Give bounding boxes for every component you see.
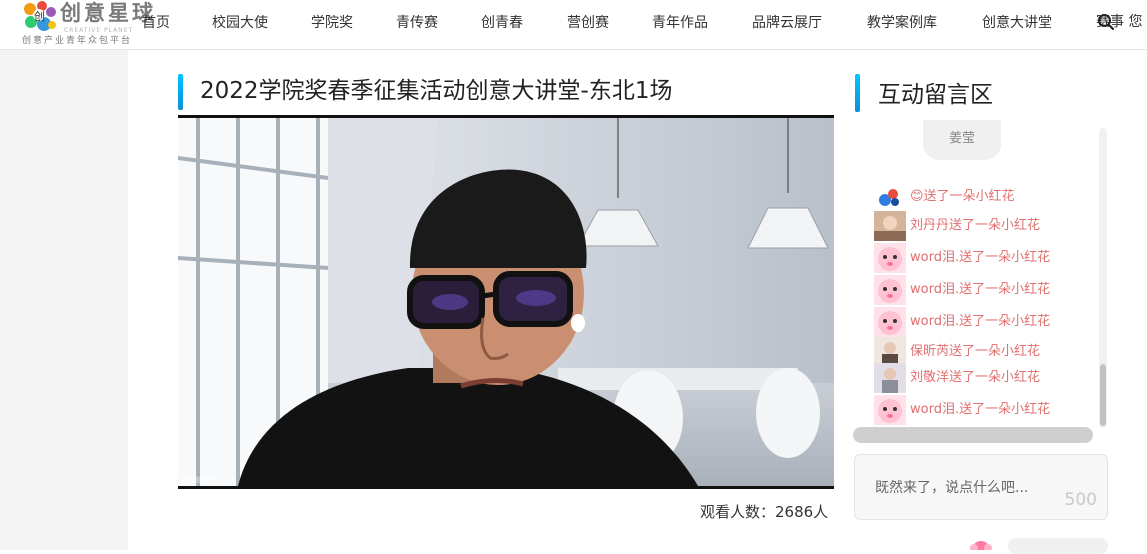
list-item: word泪.送了一朵小红花: [874, 275, 1098, 305]
message-input[interactable]: 既然来了，说点什么吧... 500: [854, 454, 1108, 520]
comment-accent-bar: [855, 74, 860, 112]
svg-text:创: 创: [34, 10, 45, 23]
viewer-count: 观看人数：2686人: [700, 503, 829, 521]
comment-text: word泪.送了一朵小红花: [910, 402, 1051, 417]
flower-icon[interactable]: [964, 538, 998, 550]
comment-horizontal-scrollbar[interactable]: [853, 427, 1093, 443]
page-title: 2022学院奖春季征集活动创意大讲堂-东北1场: [200, 78, 673, 104]
comment-heading: 互动留言区: [878, 82, 993, 108]
video-participant-caption: 李海超(EAST): [180, 477, 219, 484]
list-item: word泪.送了一朵小红花: [874, 395, 1098, 425]
list-item: 刘丹丹送了一朵小红花: [874, 211, 1098, 241]
logo-slogan: 创意产业青年众包平台: [22, 36, 133, 46]
photo-avatar-icon: [874, 211, 906, 241]
search-icon[interactable]: [1097, 13, 1115, 31]
nav-item-teaching-cases[interactable]: 教学案例库: [867, 14, 937, 32]
top-header: 创 创意星球 CREATIVE PLANET 创意产业青年众包平台 首页 校园大…: [0, 0, 1147, 50]
video-player[interactable]: 李海超(EAST): [178, 115, 834, 489]
comment-text: word泪.送了一朵小红花: [910, 250, 1051, 265]
comment-text: 😊送了一朵小红花: [910, 189, 1015, 204]
title-accent-bar: [178, 74, 183, 110]
top-user-tag: 姜莹: [923, 120, 1001, 160]
nav-item-youth-entrepreneurship[interactable]: 创青春: [481, 14, 523, 32]
photo-avatar-icon: [874, 363, 906, 393]
comment-text: word泪.送了一朵小红花: [910, 282, 1051, 297]
list-item: 刘敬洋送了一朵小红花: [874, 363, 1098, 393]
pink-cartoon-avatar-icon: [874, 243, 906, 273]
nav-item-marketing-contest[interactable]: 营创赛: [567, 14, 609, 32]
nav-item-campus-ambassador[interactable]: 校园大使: [212, 14, 268, 32]
comment-text: 刘敬洋送了一朵小红花: [910, 370, 1041, 385]
nav-item-creative-lecture[interactable]: 创意大讲堂: [982, 14, 1052, 32]
comment-text: word泪.送了一朵小红花: [910, 314, 1051, 329]
send-flower-button[interactable]: [1008, 538, 1108, 554]
char-limit-counter: 500: [1064, 490, 1097, 510]
nav-item-youth-works[interactable]: 青年作品: [652, 14, 708, 32]
nav-item-brand-cloud-hall[interactable]: 品牌云展厅: [752, 14, 822, 32]
pink-cartoon-avatar-icon: [874, 395, 906, 425]
list-item: word泪.送了一朵小红花: [874, 307, 1098, 337]
comment-scrollbar-thumb[interactable]: [1100, 364, 1106, 426]
comment-text: 刘丹丹送了一朵小红花: [910, 218, 1041, 233]
logo-english-subtitle: CREATIVE PLANET: [64, 27, 134, 34]
message-placeholder: 既然来了，说点什么吧...: [875, 480, 1029, 496]
creative-planet-logo-icon: 创: [24, 1, 56, 31]
nav-item-home[interactable]: 首页: [142, 14, 170, 32]
nav-item-academy-award[interactable]: 学院奖: [311, 14, 353, 32]
left-gutter: [0, 50, 128, 550]
comment-list[interactable]: 姜莹 😊送了一朵小红花 刘丹丹送了一朵小红花 word泪.送了一朵小红花 wor…: [853, 120, 1108, 445]
list-item: word泪.送了一朵小红花: [874, 243, 1098, 273]
nav-item-youth-communication-contest[interactable]: 青传赛: [396, 14, 438, 32]
comment-text: 保昕芮送了一朵小红花: [910, 344, 1041, 359]
pink-cartoon-avatar-icon: [874, 275, 906, 305]
pink-cartoon-avatar-icon: [874, 307, 906, 337]
logo-avatar-icon: [874, 182, 906, 212]
list-item: 😊送了一朵小红花: [874, 182, 1098, 212]
video-frame: [178, 118, 834, 486]
